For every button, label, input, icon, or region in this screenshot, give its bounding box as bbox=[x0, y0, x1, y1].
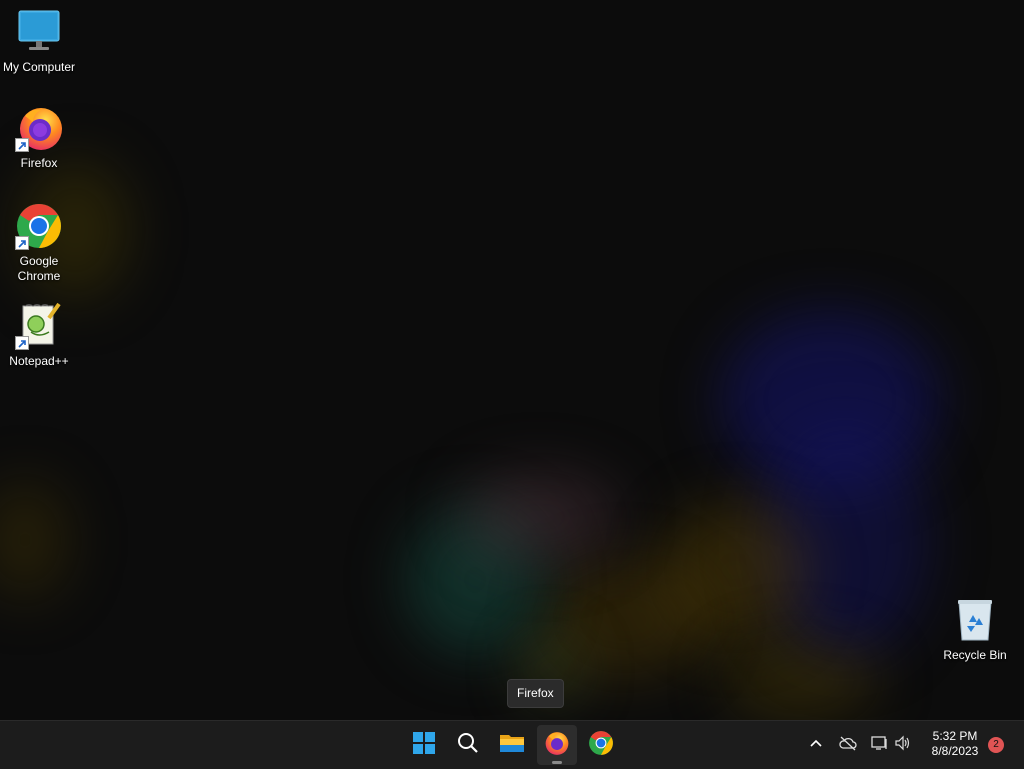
shortcut-arrow-icon bbox=[15, 336, 29, 350]
chevron-up-icon bbox=[809, 736, 823, 755]
firefox-icon bbox=[544, 730, 570, 761]
chrome-icon bbox=[588, 730, 614, 761]
system-clock[interactable]: 5:32 PM 8/8/2023 bbox=[922, 729, 988, 759]
file-explorer-icon bbox=[499, 731, 525, 760]
desktop-icon-my-computer[interactable]: My Computer bbox=[0, 8, 78, 75]
desktop[interactable]: My Computer Firefox Google Chrome Notepa… bbox=[0, 0, 1024, 720]
network-icon bbox=[871, 735, 889, 756]
search-icon bbox=[456, 731, 480, 760]
monitor-icon bbox=[15, 8, 63, 56]
wallpaper-shape bbox=[460, 472, 620, 562]
desktop-icon-notepadpp[interactable]: Notepad++ bbox=[0, 302, 78, 369]
onedrive-tray-button[interactable] bbox=[838, 735, 858, 755]
network-tray-button[interactable] bbox=[870, 735, 890, 755]
start-icon bbox=[412, 731, 436, 760]
desktop-icon-label: Google Chrome bbox=[17, 254, 61, 283]
shortcut-arrow-icon bbox=[15, 138, 29, 152]
taskbar: 5:32 PM 8/8/2023 2 bbox=[0, 720, 1024, 769]
desktop-icon-label: Notepad++ bbox=[9, 354, 69, 368]
shortcut-arrow-icon bbox=[15, 236, 29, 250]
wallpaper-shape bbox=[720, 640, 880, 720]
chrome-icon bbox=[15, 202, 63, 250]
cloud-off-icon bbox=[839, 735, 857, 756]
search-button[interactable] bbox=[448, 725, 488, 765]
taskbar-chrome-button[interactable] bbox=[581, 725, 621, 765]
wallpaper-shape bbox=[0, 480, 70, 600]
clock-date: 8/8/2023 bbox=[931, 744, 979, 758]
show-hidden-icons-button[interactable] bbox=[806, 735, 826, 755]
volume-tray-button[interactable] bbox=[893, 735, 913, 755]
desktop-icon-label: Recycle Bin bbox=[943, 648, 1007, 662]
firefox-icon bbox=[15, 104, 63, 152]
clock-time: 5:32 PM bbox=[932, 729, 978, 743]
desktop-icon-label: My Computer bbox=[2, 60, 76, 74]
taskbar-tooltip: Firefox bbox=[507, 679, 564, 708]
taskbar-firefox-button[interactable] bbox=[537, 725, 577, 765]
notepadpp-icon bbox=[15, 302, 63, 350]
desktop-icon-label: Firefox bbox=[20, 156, 58, 170]
start-button[interactable] bbox=[404, 725, 444, 765]
volume-icon bbox=[894, 735, 912, 756]
desktop-icon-google-chrome[interactable]: Google Chrome bbox=[0, 202, 78, 284]
recycle-bin-icon bbox=[951, 596, 999, 644]
desktop-icon-recycle-bin[interactable]: Recycle Bin bbox=[936, 596, 1014, 663]
file-explorer-button[interactable] bbox=[492, 725, 532, 765]
notification-badge[interactable]: 2 bbox=[988, 737, 1004, 753]
desktop-icon-firefox[interactable]: Firefox bbox=[0, 104, 78, 171]
